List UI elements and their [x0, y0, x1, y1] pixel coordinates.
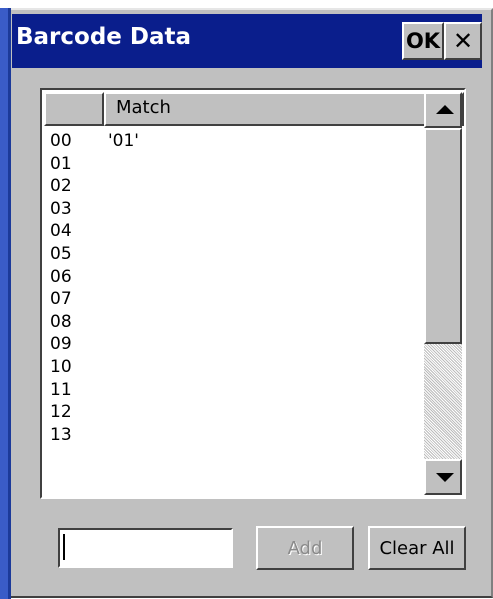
row-index: 04 [50, 221, 72, 242]
list-row[interactable]: 02 [50, 175, 420, 198]
top-strip [0, 0, 493, 8]
row-index: 02 [50, 176, 72, 197]
column-header-index[interactable] [44, 92, 104, 126]
ok-button[interactable]: OK [402, 22, 444, 60]
list-rows: 00'01' 01 02 03 04 05 06 07 08 09 10 11 … [50, 130, 420, 446]
row-index: 06 [50, 266, 72, 287]
row-index: 03 [50, 198, 72, 219]
list-row[interactable]: 11 [50, 379, 420, 402]
clear-all-button[interactable]: Clear All [368, 526, 466, 570]
row-index: 09 [50, 334, 72, 355]
row-match: '01' [108, 131, 139, 151]
scrollbar-thumb[interactable] [424, 128, 462, 344]
match-list[interactable]: Match 00'01' 01 02 03 04 05 06 07 08 09 … [40, 88, 466, 499]
row-index: 11 [50, 379, 72, 400]
row-index: 05 [50, 243, 72, 264]
row-index: 00 [50, 131, 72, 151]
close-icon: ✕ [452, 27, 474, 55]
row-index: 01 [50, 153, 72, 174]
title-bar: Barcode Data OK ✕ [12, 14, 482, 68]
row-index: 13 [50, 424, 72, 445]
arrow-down-icon [436, 473, 454, 482]
match-input[interactable] [58, 528, 233, 568]
row-index: 07 [50, 289, 72, 310]
list-row[interactable]: 13 [50, 424, 420, 447]
vertical-scrollbar[interactable] [424, 92, 462, 495]
list-row[interactable]: 12 [50, 401, 420, 424]
list-row[interactable]: 08 [50, 311, 420, 334]
list-row[interactable]: 01 [50, 153, 420, 176]
row-index: 08 [50, 311, 72, 332]
list-row[interactable]: 00 '01' [50, 130, 420, 153]
list-row[interactable]: 06 [50, 266, 420, 289]
column-header-match[interactable]: Match [104, 92, 464, 126]
scroll-down-button[interactable] [424, 459, 462, 495]
text-caret [63, 534, 65, 560]
add-button[interactable]: Add [256, 526, 354, 570]
scroll-up-button[interactable] [424, 92, 462, 128]
desktop-edge [0, 8, 8, 599]
list-row[interactable]: 05 [50, 243, 420, 266]
list-row[interactable]: 09 [50, 333, 420, 356]
row-index: 12 [50, 402, 72, 423]
row-index: 10 [50, 356, 72, 377]
list-row[interactable]: 10 [50, 356, 420, 379]
list-row[interactable]: 04 [50, 220, 420, 243]
window-title: Barcode Data [16, 24, 192, 50]
list-row[interactable]: 03 [50, 198, 420, 221]
close-button[interactable]: ✕ [444, 22, 482, 60]
arrow-up-icon [436, 105, 454, 114]
list-row[interactable]: 07 [50, 288, 420, 311]
